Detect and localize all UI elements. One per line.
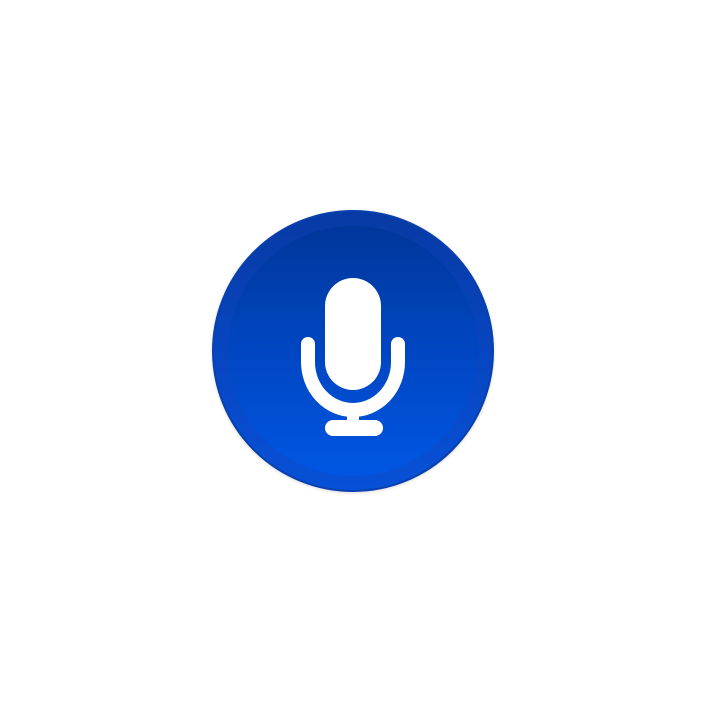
microphone-icon bbox=[301, 278, 405, 436]
canvas bbox=[0, 0, 704, 704]
microphone-button[interactable] bbox=[212, 210, 494, 492]
